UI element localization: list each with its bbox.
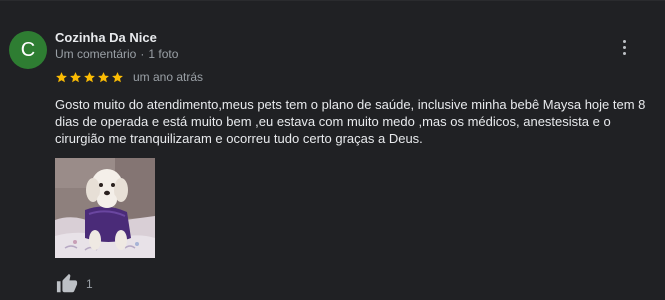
more-vert-icon-dot — [622, 45, 626, 49]
more-options-button[interactable] — [612, 37, 636, 57]
more-vert-icon-dot — [622, 51, 626, 55]
avatar-letter: C — [20, 39, 36, 61]
meta-separator: · — [140, 47, 145, 61]
reviewer-name[interactable]: Cozinha Da Nice — [55, 30, 157, 45]
more-vert-icon — [622, 39, 626, 43]
like-row: 1 — [56, 272, 93, 296]
review-photo[interactable] — [55, 158, 155, 258]
star-icon — [112, 71, 123, 82]
reviewer-meta: Um comentário · 1 foto — [55, 47, 178, 61]
star-icon — [70, 71, 81, 82]
dog-photo-image — [55, 158, 155, 258]
star-icon — [56, 71, 67, 82]
thumb-up-icon[interactable] — [56, 273, 78, 295]
star-rating — [55, 71, 124, 84]
rating-row: um ano atrás — [55, 69, 203, 85]
comment-count: Um comentário — [55, 47, 137, 61]
avatar[interactable]: C — [9, 31, 47, 69]
star-icon — [98, 71, 109, 82]
photo-count: 1 foto — [148, 47, 179, 61]
review-card: C Cozinha Da Nice Um comentário · 1 foto u… — [0, 0, 665, 300]
star-icon — [84, 71, 95, 82]
review-text: Gosto muito do atendimento,meus pets tem… — [55, 97, 646, 146]
like-count: 1 — [86, 277, 93, 291]
review-time: um ano atrás — [133, 70, 204, 84]
